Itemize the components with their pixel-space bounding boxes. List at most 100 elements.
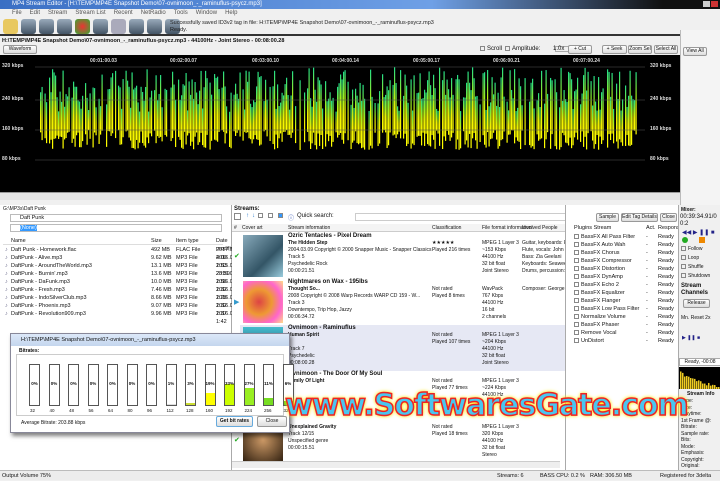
move-down-icon[interactable]: ↓: [252, 213, 255, 222]
select-all-button[interactable]: Select All: [654, 45, 678, 54]
channel-transport[interactable]: ▶ ❚❚ ■: [682, 335, 700, 341]
seek-button[interactable]: + Seek: [602, 45, 627, 54]
plugin-checkbox[interactable]: [574, 322, 579, 328]
menu-window[interactable]: Window: [196, 9, 217, 18]
remove-button[interactable]: [129, 18, 144, 34]
column-header[interactable]: Name: [11, 237, 26, 245]
search-icon[interactable]: [234, 213, 241, 220]
plugin-row[interactable]: BassFX Equalizer - Ready: [574, 289, 678, 297]
plugin-row[interactable]: Normalize Volume - Ready: [574, 313, 678, 321]
stream-row[interactable]: Ozric Tentacles - Pixel Dream The Hidden …: [234, 233, 587, 279]
plugin-row[interactable]: BassFX DynAmp - Ready: [574, 273, 678, 281]
plugin-checkbox[interactable]: [574, 250, 579, 256]
move-up-icon[interactable]: ↑: [246, 213, 249, 222]
plugin-row[interactable]: BassFX Flanger - Ready: [574, 297, 678, 305]
plugin-checkbox[interactable]: [574, 306, 579, 312]
file-row[interactable]: ♪ DaftPunk - AroundTheWorld.mp3 13.1 MB MP3…: [3, 262, 245, 277]
help-button[interactable]: [147, 18, 162, 34]
sort-button[interactable]: [57, 18, 72, 34]
plugin-row[interactable]: BassFX Distortion - Ready: [574, 265, 678, 273]
column-header[interactable]: Classification: [432, 224, 461, 232]
view-all-button[interactable]: View All: [683, 47, 707, 56]
plugin-row[interactable]: BassFX All Pass Filter - Ready: [574, 233, 678, 241]
menu-stream-list[interactable]: Stream List: [75, 9, 105, 18]
plugin-checkbox[interactable]: [574, 234, 579, 240]
file-row[interactable]: ♪ DaftPunk - Phoenix.mp3 9.07 MB MP3 File 20…: [3, 302, 245, 317]
file-row[interactable]: ♪ DaftPunk - Fresh.mp3 7.46 MB MP3 File 2016…: [3, 286, 245, 301]
file-row[interactable]: ♪ DaftPunk - Revolution909.mp3 9.96 MB MP3 …: [3, 310, 245, 325]
file-row[interactable]: ♪ DaftPunk - Alive.mp3 9.62 MB MP3 File 2016…: [3, 254, 245, 269]
menu-file[interactable]: File: [12, 9, 22, 18]
column-header[interactable]: Item type: [176, 237, 199, 245]
get-bit-rates-button[interactable]: Get bit rates: [216, 416, 253, 427]
cut-button[interactable]: + Cut: [568, 45, 592, 54]
shutdown-checkbox[interactable]: Shutdown: [681, 273, 710, 279]
file-row[interactable]: ♪ DaftPunk - Burnin'.mp3 13.6 MB MP3 File 20…: [3, 270, 245, 285]
plugin-row[interactable]: BassFX Chorus - Ready: [574, 249, 678, 257]
waveform-scrollbar[interactable]: [0, 192, 680, 200]
plugin-checkbox[interactable]: [574, 290, 579, 296]
waveform-display[interactable]: 320 kbps 240 kbps 160 kbps 80 kbps 320 k…: [0, 55, 680, 192]
plugin-row[interactable]: BassFX Phaser - Ready: [574, 321, 678, 329]
edit-tag-details-button[interactable]: Edit Tag Details: [621, 213, 658, 222]
quick-search-input[interactable]: [355, 213, 595, 221]
view-mode-button[interactable]: Waveform: [3, 45, 37, 54]
close-button[interactable]: [711, 1, 718, 7]
file-row[interactable]: ♪ DaftPunk - IndoSilverClub.mp3 8.66 MB MP3…: [3, 294, 245, 309]
info-icon[interactable]: ⓘ: [288, 213, 294, 222]
file-row[interactable]: ♪ Daft Punk - Homework.flac 492 MB FLAC Fil…: [3, 246, 245, 261]
plugin-row[interactable]: Remove Vocal - Ready: [574, 329, 678, 337]
stream-button[interactable]: [39, 18, 54, 34]
plugin-row[interactable]: BassFX Compressor - Ready: [574, 257, 678, 265]
settings-button[interactable]: [111, 18, 126, 34]
plugin-checkbox[interactable]: [574, 330, 579, 336]
column-header[interactable]: Stream information: [288, 224, 330, 232]
file-row[interactable]: ♪ DaftPunk - DaFunk.mp3 10.0 MB MP3 File 201…: [3, 278, 245, 293]
plugin-checkbox[interactable]: [574, 266, 579, 272]
list-view-icon[interactable]: [278, 213, 283, 218]
zoom-selection-button[interactable]: Zoom Sel: [628, 45, 652, 54]
view-icon[interactable]: [258, 213, 263, 218]
loop-checkbox[interactable]: Loop: [681, 255, 699, 261]
close-streams-button[interactable]: Close: [660, 213, 677, 222]
scroll-checkbox[interactable]: Scroll: [480, 46, 502, 52]
plugin-checkbox[interactable]: [574, 314, 579, 320]
plugin-checkbox[interactable]: [574, 274, 579, 280]
refresh-icon[interactable]: [682, 237, 688, 243]
plugin-checkbox[interactable]: [574, 242, 579, 248]
filter-combo[interactable]: (None): [10, 224, 222, 232]
menu-help[interactable]: Help: [225, 9, 237, 18]
column-header[interactable]: Involved People: [522, 224, 558, 232]
folder-combo[interactable]: Daft Punk: [10, 214, 222, 222]
column-header[interactable]: Cover art: [242, 224, 263, 232]
follow-checkbox[interactable]: Follow: [681, 246, 702, 252]
plugin-checkbox[interactable]: [574, 258, 579, 264]
stream-row[interactable]: Nightmares on Wax - 195lbs Thought So... 2…: [234, 279, 599, 325]
release-button[interactable]: Release: [683, 299, 710, 308]
add-button[interactable]: [93, 18, 108, 34]
plugin-checkbox[interactable]: [574, 282, 579, 288]
streams-scrollbar[interactable]: [232, 461, 560, 468]
record-button[interactable]: [75, 18, 90, 34]
column-header[interactable]: #: [234, 224, 237, 232]
dialog-close-button[interactable]: Close: [257, 416, 287, 427]
amplitude-checkbox[interactable]: Amplitude:: [505, 46, 540, 52]
menu-recent[interactable]: Recent: [114, 9, 133, 18]
plugin-row[interactable]: BassFX Auto Wah - Ready: [574, 241, 678, 249]
menu-edit[interactable]: Edit: [30, 9, 40, 18]
menu-stream[interactable]: Stream: [48, 9, 67, 18]
plugin-checkbox[interactable]: [574, 338, 579, 344]
plugin-row[interactable]: UnDistort - Ready: [574, 337, 678, 345]
shuffle-checkbox[interactable]: Shuffle: [681, 264, 703, 270]
column-header[interactable]: Size: [151, 237, 162, 245]
image-icon[interactable]: [268, 213, 273, 218]
stop-icon[interactable]: [699, 237, 705, 243]
plugin-row[interactable]: BassFX Echo 2 - Ready: [574, 281, 678, 289]
plugin-row[interactable]: BassFX Low Pass Filter - Ready: [574, 305, 678, 313]
menu-tools[interactable]: Tools: [174, 9, 188, 18]
open-folder-button[interactable]: [3, 18, 18, 34]
sample-button[interactable]: Sample: [596, 213, 619, 222]
plugin-checkbox[interactable]: [574, 298, 579, 304]
menu-netradio[interactable]: NetRadio: [141, 9, 166, 18]
minimize-button[interactable]: [703, 1, 710, 7]
